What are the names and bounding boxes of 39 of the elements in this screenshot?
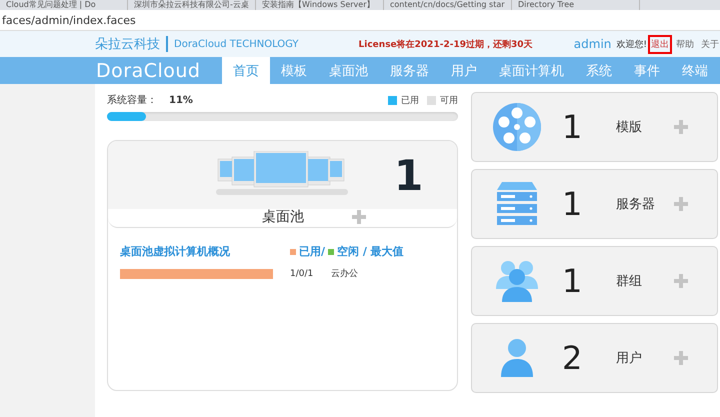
plus-icon[interactable] xyxy=(674,351,688,365)
stat-label: 服务器 xyxy=(616,196,656,213)
legend-label: 空闲 / 最大值 xyxy=(337,244,404,259)
usage-reading: 1/0/1 xyxy=(290,268,314,278)
server-stack-icon xyxy=(497,182,537,226)
capacity-label: 系统容量： xyxy=(107,94,157,107)
brand-subtitle: DoraCloud TECHNOLOGY xyxy=(174,38,299,50)
stat-count: 1 xyxy=(562,185,584,223)
user-group-icon xyxy=(494,259,540,303)
plus-icon[interactable] xyxy=(674,274,688,288)
summary-title: 桌面池虚拟计算机概况 xyxy=(120,244,231,259)
plus-icon[interactable] xyxy=(674,120,688,134)
pool-count: 1 xyxy=(394,150,424,200)
legend-label: 已用/ xyxy=(299,244,326,259)
welcome-text: 欢迎您! xyxy=(616,38,647,50)
plus-icon[interactable] xyxy=(352,210,366,224)
header-link[interactable]: 退出 xyxy=(650,36,670,52)
plus-icon[interactable] xyxy=(674,197,688,211)
brand-name: 朵拉云科技 xyxy=(95,36,160,53)
user-icon xyxy=(501,338,533,378)
stat-count: 1 xyxy=(562,262,584,300)
capacity-value: 11% xyxy=(169,94,193,106)
legend-label: 可用 xyxy=(440,94,458,106)
stat-count: 2 xyxy=(562,339,584,377)
username[interactable]: admin xyxy=(574,37,612,51)
film-reel-icon xyxy=(493,103,541,151)
stat-label: 模版 xyxy=(616,119,643,136)
header-link[interactable]: 帮助 xyxy=(675,36,695,52)
stat-label: 用户 xyxy=(616,350,643,367)
address-field[interactable]: faces/admin/index.faces xyxy=(0,14,136,26)
header-link[interactable]: 关于 xyxy=(700,36,720,52)
stat-count: 1 xyxy=(562,108,584,146)
license-notice: License将在2021-2-19过期，还剩30天 xyxy=(358,38,532,50)
pool-name[interactable]: 云办公 xyxy=(331,267,358,280)
legend-label: 已用 xyxy=(401,94,419,106)
stat-label: 群组 xyxy=(616,273,643,290)
pool-title: 桌面池 xyxy=(262,208,305,226)
logo-text: DoraCloud xyxy=(96,58,202,84)
nav-tab[interactable]: 首页 xyxy=(222,57,270,84)
